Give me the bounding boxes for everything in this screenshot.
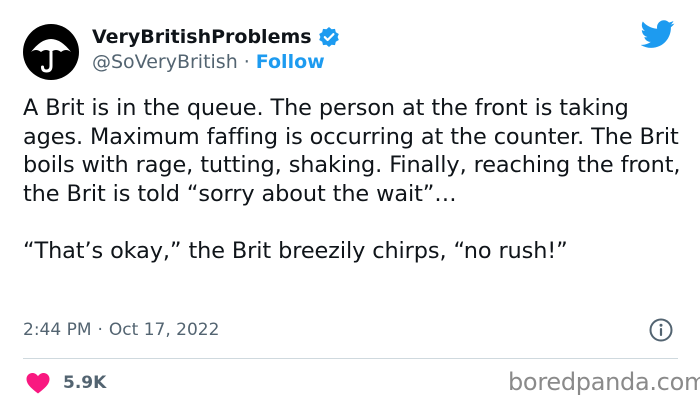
info-icon[interactable] [648,317,674,343]
divider [23,358,678,359]
heart-icon[interactable] [25,371,51,395]
handle[interactable]: @SoVeryBritish [92,51,238,73]
display-name[interactable]: VeryBritishProblems [92,26,312,48]
handle-row: @SoVeryBritish · Follow [92,50,325,74]
umbrella-icon [31,39,71,73]
tweet-card: VeryBritishProblems @SoVeryBritish · Fol… [0,0,700,410]
follow-button[interactable]: Follow [256,51,325,73]
tweet-text: A Brit is in the queue. The person at th… [23,95,681,264]
avatar[interactable] [23,24,79,80]
like-count: 5.9K [63,373,107,393]
timestamp-separator: · [97,320,103,340]
tweet-time[interactable]: 2:44 PM [23,320,92,340]
watermark: boredpanda.com [508,368,700,396]
like-action[interactable]: 5.9K [25,369,106,397]
handle-separator: · [243,51,250,73]
author-name-row: VeryBritishProblems [92,24,340,50]
verified-badge-icon [318,27,339,47]
timestamp-row: 2:44 PM · Oct 17, 2022 [23,318,219,342]
twitter-bird-icon[interactable] [641,17,675,51]
tweet-date[interactable]: Oct 17, 2022 [109,320,220,340]
